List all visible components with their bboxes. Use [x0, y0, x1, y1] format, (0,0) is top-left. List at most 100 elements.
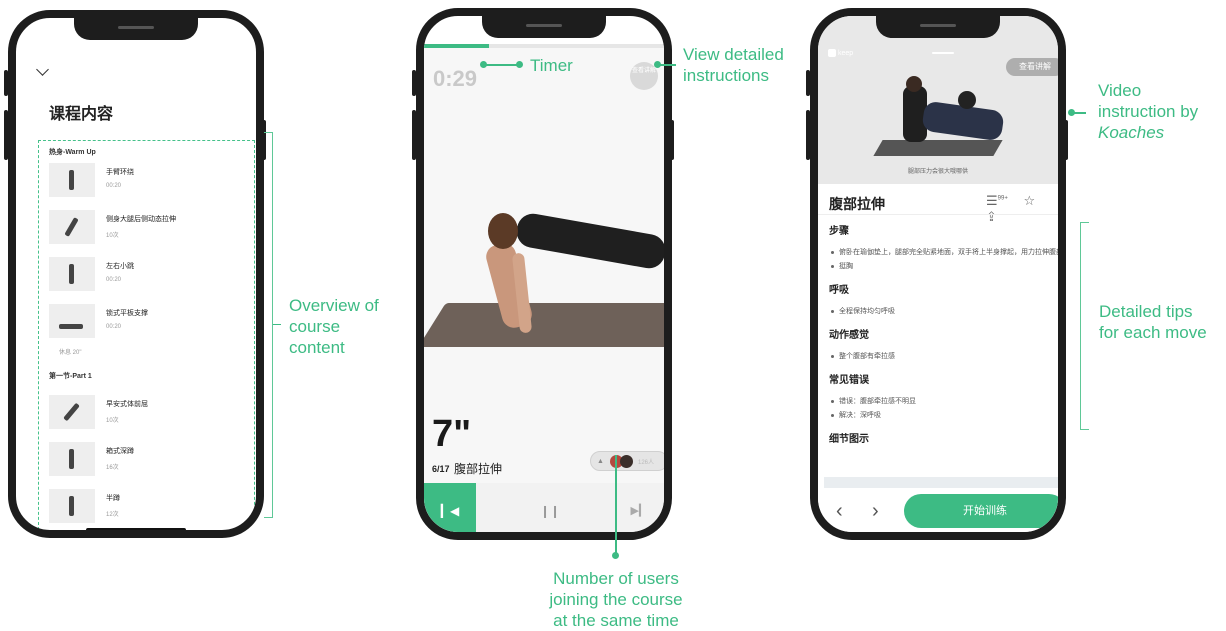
yoga-mat	[424, 303, 664, 347]
list-item[interactable]: 左右小跳 00:20	[49, 257, 239, 291]
tips-content: 步骤 俯卧在瑜伽垫上，腿部完全贴紧地面，双手将上半身撑起，用力拉伸腹部 挺胸 呼…	[829, 222, 1058, 454]
comment-count: 99+	[997, 195, 1008, 202]
exercise-duration: 10次	[106, 418, 119, 424]
mistake-item: 错误：腹部牵拉感不明显	[831, 395, 1058, 409]
exercise-duration: 12次	[106, 512, 119, 518]
comment-icon[interactable]: ☰99+	[986, 193, 1008, 208]
exercise-duration: 16次	[106, 465, 119, 471]
breath-item: 全程保持均匀呼吸	[831, 305, 1058, 319]
annotation-line: instructions	[683, 66, 769, 85]
list-item[interactable]: 箱式深蹲 16次	[49, 442, 239, 476]
annotation-overview: Overview of course content	[289, 295, 379, 358]
phone-workout-player: 0:29 查看讲解 7" 6/17 腹部拉伸 ▲ 126人 ▎◀ ❙❙ ▶▎	[416, 8, 672, 540]
annotation-bracket	[1080, 222, 1089, 430]
athlete-figure	[514, 211, 664, 271]
step-item: 挺胸	[831, 260, 1058, 274]
exercise-thumbnail	[49, 442, 95, 476]
annotation-bracket	[264, 132, 273, 518]
previous-button[interactable]: ▎◀	[424, 483, 476, 532]
annotation-line: content	[289, 338, 345, 357]
list-item[interactable]: 早安式体前屈 10次	[49, 395, 239, 429]
steps-heading: 步骤	[829, 226, 849, 237]
detail-heading: 细节图示	[829, 434, 869, 445]
timer: 0:29	[433, 66, 478, 91]
annotation-timer: Timer	[530, 56, 573, 75]
keep-logo: keep	[828, 49, 853, 57]
exercise-duration: 10次	[106, 233, 119, 239]
annotation-line: at the same time	[553, 611, 679, 630]
pause-button[interactable]: ❙❙	[540, 483, 560, 532]
exercise-name: 半蹲	[106, 495, 120, 502]
home-indicator	[86, 528, 186, 530]
annotation-connector	[1072, 112, 1086, 114]
phone-notch	[876, 16, 1000, 38]
mistakes-heading: 常见错误	[829, 375, 869, 386]
exercise-duration: 00:20	[106, 277, 122, 283]
see-explanation-button[interactable]: 查看讲解	[1006, 58, 1058, 76]
exercise-thumbnail	[49, 257, 95, 291]
breath-heading: 呼吸	[829, 285, 849, 296]
star-icon[interactable]: ☆	[1023, 193, 1035, 208]
annotation-connector	[658, 64, 676, 66]
rest-label: 休息 30"	[46, 533, 69, 538]
phone-notch	[74, 18, 198, 40]
yoga-mat	[873, 140, 1003, 156]
chevron-down-icon[interactable]	[36, 63, 49, 76]
divider	[818, 214, 1058, 215]
chevron-left-icon[interactable]: ‹	[836, 500, 843, 523]
annotation-line: Number of users	[553, 569, 679, 588]
athlete-figure	[488, 213, 518, 249]
annotation-dot	[612, 552, 619, 559]
exercise-title: 腹部拉伸	[829, 196, 885, 212]
annotation-line: instruction by	[1098, 102, 1199, 121]
concurrent-users-badge[interactable]: ▲ 126人	[590, 451, 664, 471]
exercise-name: 手臂环绕	[106, 169, 134, 176]
exercise-name: 箱式深蹲	[106, 448, 134, 455]
video-caption: 腿部压力会很大哦哪供	[907, 169, 968, 175]
exercise-name: 锁式平板支撑	[106, 310, 148, 317]
action-icons: ☰99+ ☆ ⇪	[986, 193, 1058, 225]
rest-label: 休息 20"	[59, 350, 82, 356]
list-item[interactable]: 手臂环绕 00:20	[49, 163, 239, 197]
list-item[interactable]: 半蹲 12次	[49, 489, 239, 523]
annotation-line: for each move	[1099, 323, 1207, 342]
exercise-thumbnail	[49, 395, 95, 429]
step-item: 俯卧在瑜伽垫上，腿部完全贴紧地面，双手将上半身撑起，用力拉伸腹部	[831, 246, 1058, 260]
exercise-index: 6/17	[432, 464, 450, 474]
logo-text: keep	[838, 49, 854, 57]
mistake-item: 解决：深呼吸	[831, 409, 1058, 423]
exercise-name: 早安式体前屈	[106, 401, 148, 408]
feel-heading: 动作感觉	[829, 330, 869, 341]
coach-figure	[958, 91, 976, 109]
exercise-name: 左右小跳	[106, 263, 134, 270]
phone-exercise-detail: keep 查看讲解 腿部压力会很大哦哪供 腹部拉伸 ☰99+ ☆ ⇪ 步骤 俯卧…	[810, 8, 1066, 540]
avatar	[620, 455, 633, 468]
exercise-thumbnail	[49, 210, 95, 244]
annotation-line: joining the course	[549, 590, 683, 609]
section-header: 热身-Warm Up	[49, 149, 96, 156]
annotation-view-instructions: View detailed instructions	[683, 44, 784, 86]
chevron-right-icon[interactable]: ›	[872, 500, 879, 523]
playback-controls: ▎◀ ❙❙ ▶▎	[424, 483, 664, 532]
annotation-line: Detailed tips	[1099, 302, 1193, 321]
list-item[interactable]: 锁式平板支撑 00:20	[49, 304, 239, 338]
annotation-line: Video	[1098, 81, 1142, 100]
rep-count: 7"	[432, 413, 472, 455]
exercise-duration: 00:20	[106, 324, 122, 330]
annotation-connector	[484, 64, 520, 66]
users-count: 126人	[638, 460, 655, 466]
annotation-dot	[516, 61, 523, 68]
exercise-thumbnail	[49, 163, 95, 197]
page-title: 课程内容	[49, 106, 114, 123]
exercise-video[interactable]: 0:29 查看讲解 7" 6/17 腹部拉伸 ▲ 126人	[424, 48, 664, 483]
bottom-bar: ‹ › 开始训练	[818, 488, 1058, 532]
annotation-line: Overview of	[289, 296, 379, 315]
next-button[interactable]: ▶▎	[624, 483, 654, 532]
coach-video[interactable]: keep 查看讲解 腿部压力会很大哦哪供	[818, 16, 1058, 184]
start-training-button[interactable]: 开始训练	[904, 494, 1058, 528]
annotation-line: course	[289, 317, 341, 336]
annotation-video: Video instruction by Koaches	[1098, 80, 1198, 143]
drag-handle[interactable]	[932, 52, 954, 54]
annotation-connector	[615, 455, 617, 553]
list-item[interactable]: 侧身大腿后侧动态拉伸 10次	[49, 210, 239, 244]
